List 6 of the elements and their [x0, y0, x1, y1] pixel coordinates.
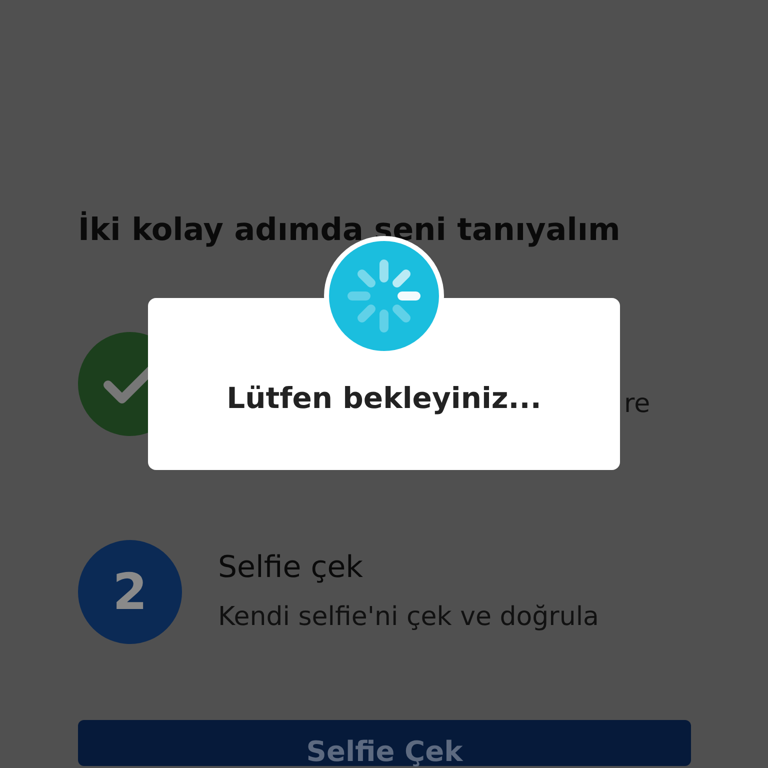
step-description: re	[624, 388, 650, 420]
step-number-badge: 2	[78, 540, 182, 644]
step-title: Selfie çek	[218, 550, 364, 586]
selfie-button[interactable]: Selfie Çek	[78, 720, 691, 766]
loading-message: Lütfen bekleyiniz...	[226, 380, 542, 418]
step-description: Kendi selfie'ni çek ve doğrula	[218, 601, 599, 634]
